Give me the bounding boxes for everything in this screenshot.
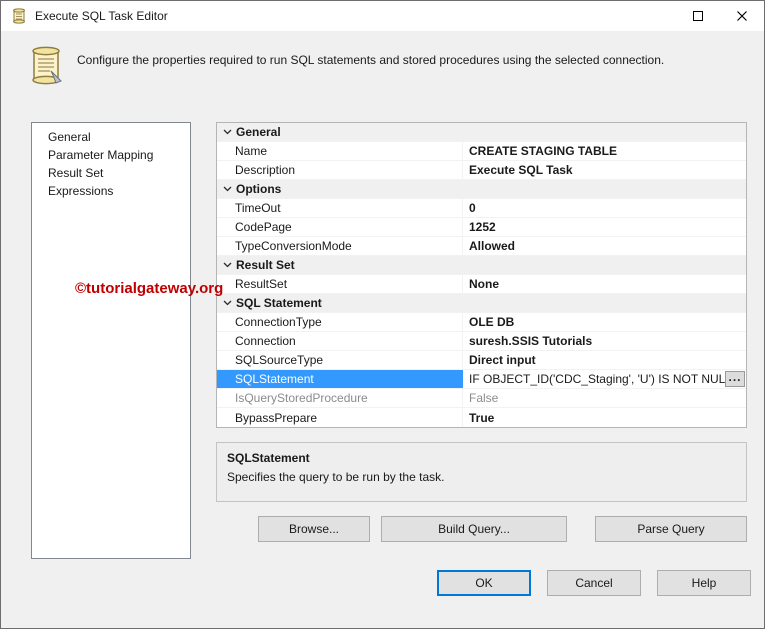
property-name[interactable]: TimeOut bbox=[217, 199, 463, 217]
sidebar-item-result-set[interactable]: Result Set bbox=[32, 164, 190, 182]
execute-sql-task-editor-dialog: Execute SQL Task Editor Configure the pr… bbox=[0, 0, 765, 629]
maximize-button[interactable] bbox=[676, 1, 720, 31]
window-title: Execute SQL Task Editor bbox=[35, 9, 168, 23]
row-connectiontype[interactable]: ConnectionType OLE DB bbox=[217, 313, 746, 332]
sidebar-item-general[interactable]: General bbox=[32, 128, 190, 146]
sidebar-item-parameter-mapping[interactable]: Parameter Mapping bbox=[32, 146, 190, 164]
category-general[interactable]: General bbox=[217, 123, 746, 142]
category-result-set[interactable]: Result Set bbox=[217, 256, 746, 275]
property-description-text: Specifies the query to be run by the tas… bbox=[227, 470, 445, 484]
sqlstatement-value[interactable]: IF OBJECT_ID('CDC_Staging', 'U') IS NOT … bbox=[469, 372, 732, 386]
property-name[interactable]: ResultSet bbox=[217, 275, 463, 293]
property-value[interactable]: suresh.SSIS Tutorials bbox=[463, 332, 746, 350]
category-label: SQL Statement bbox=[236, 296, 322, 310]
watermark-text: ©tutorialgateway.org bbox=[75, 280, 224, 297]
property-name[interactable]: SQLSourceType bbox=[217, 351, 463, 369]
property-value[interactable]: True bbox=[463, 408, 746, 427]
property-name[interactable]: Description bbox=[217, 161, 463, 179]
row-sqlstatement[interactable]: SQLStatement IF OBJECT_ID('CDC_Staging',… bbox=[217, 370, 746, 389]
chevron-down-icon[interactable] bbox=[220, 300, 234, 306]
parse-query-button[interactable]: Parse Query bbox=[595, 516, 747, 542]
cancel-button[interactable]: Cancel bbox=[547, 570, 641, 596]
sql-task-icon bbox=[11, 8, 27, 24]
category-options[interactable]: Options bbox=[217, 180, 746, 199]
chevron-down-icon[interactable] bbox=[220, 186, 234, 192]
chevron-down-icon[interactable] bbox=[220, 129, 234, 135]
property-value[interactable]: Execute SQL Task bbox=[463, 161, 746, 179]
property-description-panel: SQLStatement Specifies the query to be r… bbox=[216, 442, 747, 502]
property-name[interactable]: SQLStatement bbox=[217, 370, 463, 388]
property-name[interactable]: BypassPrepare bbox=[217, 408, 463, 427]
property-value[interactable]: Allowed bbox=[463, 237, 746, 255]
property-grid: General Name CREATE STAGING TABLE Descri… bbox=[216, 122, 747, 428]
property-name[interactable]: CodePage bbox=[217, 218, 463, 236]
property-value[interactable]: CREATE STAGING TABLE bbox=[463, 142, 746, 160]
window-controls bbox=[676, 1, 764, 31]
row-sqlsourcetype[interactable]: SQLSourceType Direct input bbox=[217, 351, 746, 370]
row-codepage[interactable]: CodePage 1252 bbox=[217, 218, 746, 237]
row-connection[interactable]: Connection suresh.SSIS Tutorials bbox=[217, 332, 746, 351]
row-timeout[interactable]: TimeOut 0 bbox=[217, 199, 746, 218]
property-value[interactable]: IF OBJECT_ID('CDC_Staging', 'U') IS NOT … bbox=[463, 370, 746, 388]
property-value[interactable]: Direct input bbox=[463, 351, 746, 369]
property-value[interactable]: False bbox=[463, 389, 746, 407]
sidebar-item-expressions[interactable]: Expressions bbox=[32, 182, 190, 200]
close-button[interactable] bbox=[720, 1, 764, 31]
property-name[interactable]: Connection bbox=[217, 332, 463, 350]
execute-sql-task-icon bbox=[27, 45, 65, 87]
header-description: Configure the properties required to run… bbox=[77, 53, 665, 67]
property-description-title: SQLStatement bbox=[227, 451, 310, 465]
build-query-button[interactable]: Build Query... bbox=[381, 516, 567, 542]
category-label: Result Set bbox=[236, 258, 295, 272]
titlebar[interactable]: Execute SQL Task Editor bbox=[1, 1, 764, 31]
category-label: Options bbox=[236, 182, 282, 196]
row-typeconversionmode[interactable]: TypeConversionMode Allowed bbox=[217, 237, 746, 256]
chevron-down-icon[interactable] bbox=[220, 262, 234, 268]
browse-button[interactable]: Browse... bbox=[258, 516, 370, 542]
property-name[interactable]: Name bbox=[217, 142, 463, 160]
row-bypassprepare[interactable]: BypassPrepare True bbox=[217, 408, 746, 427]
ok-button[interactable]: OK bbox=[437, 570, 531, 596]
row-isquerystoredprocedure[interactable]: IsQueryStoredProcedure False bbox=[217, 389, 746, 408]
help-button[interactable]: Help bbox=[657, 570, 751, 596]
ellipsis-button[interactable]: ... bbox=[725, 370, 745, 387]
close-icon bbox=[737, 11, 747, 21]
row-description[interactable]: Description Execute SQL Task bbox=[217, 161, 746, 180]
category-label: General bbox=[236, 125, 281, 139]
property-value[interactable]: 0 bbox=[463, 199, 746, 217]
row-name[interactable]: Name CREATE STAGING TABLE bbox=[217, 142, 746, 161]
maximize-icon bbox=[693, 11, 703, 21]
property-value[interactable]: None bbox=[463, 275, 746, 293]
row-resultset[interactable]: ResultSet None bbox=[217, 275, 746, 294]
property-name[interactable]: TypeConversionMode bbox=[217, 237, 463, 255]
property-value[interactable]: OLE DB bbox=[463, 313, 746, 331]
property-name[interactable]: ConnectionType bbox=[217, 313, 463, 331]
property-value[interactable]: 1252 bbox=[463, 218, 746, 236]
property-name[interactable]: IsQueryStoredProcedure bbox=[217, 389, 463, 407]
pages-list: General Parameter Mapping Result Set Exp… bbox=[31, 122, 191, 559]
category-sql-statement[interactable]: SQL Statement bbox=[217, 294, 746, 313]
